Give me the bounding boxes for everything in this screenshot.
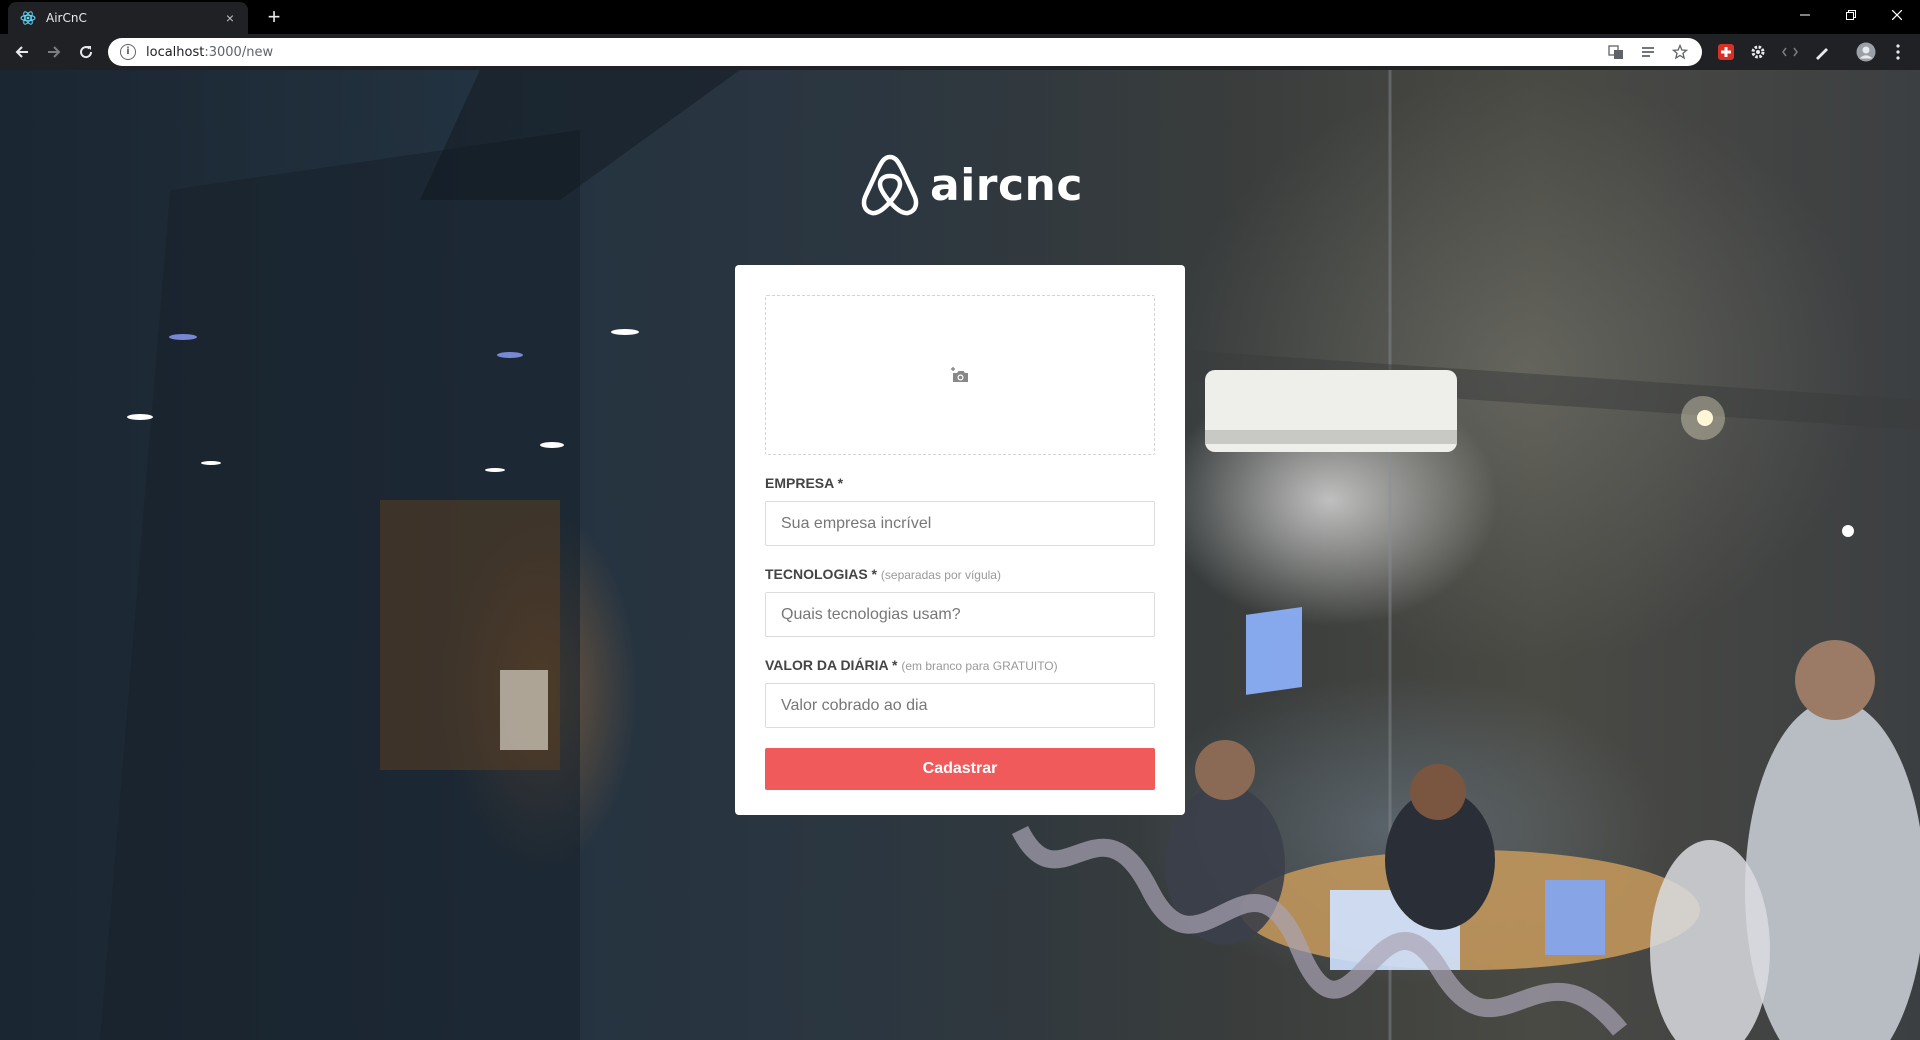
company-input[interactable] — [765, 501, 1155, 546]
page-background: aircnc EMPRESA * TECNOLOGIAS * (separada… — [0, 70, 1920, 1040]
minimize-icon[interactable] — [1782, 0, 1828, 30]
browser-toolbar: i localhost:3000/new — [0, 34, 1920, 70]
logo-text: aircnc — [930, 159, 1083, 211]
submit-button[interactable]: Cadastrar — [765, 748, 1155, 790]
price-label: VALOR DA DIÁRIA * (em branco para GRATUI… — [765, 657, 1155, 673]
techs-label: TECNOLOGIAS * (separadas por vígula) — [765, 566, 1155, 582]
airbnb-belo-icon — [861, 154, 919, 216]
browser-menu-icon[interactable] — [1888, 42, 1908, 62]
close-window-icon[interactable] — [1874, 0, 1920, 30]
reader-mode-icon[interactable] — [1638, 42, 1658, 62]
techs-hint: (separadas por vígula) — [880, 568, 1001, 582]
bookmark-star-icon[interactable] — [1670, 42, 1690, 62]
company-label-text: EMPRESA * — [765, 475, 844, 491]
profile-avatar-icon[interactable] — [1856, 42, 1876, 62]
url-text: localhost:3000/new — [146, 45, 1594, 60]
site-info-icon[interactable]: i — [120, 44, 136, 60]
url-host: localhost — [146, 44, 205, 60]
price-label-text: VALOR DA DIÁRIA * — [765, 657, 898, 673]
extension-pen-icon[interactable] — [1812, 42, 1832, 62]
aircnc-logo: aircnc — [860, 150, 1083, 220]
forward-arrow-icon[interactable] — [42, 40, 66, 64]
camera-add-icon — [951, 367, 968, 382]
extension-red-cross-icon[interactable] — [1716, 42, 1736, 62]
back-arrow-icon[interactable] — [10, 40, 34, 64]
restore-icon[interactable] — [1828, 0, 1874, 30]
new-tab-button[interactable]: + — [260, 4, 288, 32]
techs-input[interactable] — [765, 592, 1155, 637]
reload-icon[interactable] — [74, 40, 98, 64]
new-spot-form: EMPRESA * TECNOLOGIAS * (separadas por v… — [735, 265, 1185, 815]
extension-gear-icon[interactable] — [1748, 42, 1768, 62]
react-favicon-icon — [20, 10, 36, 26]
tab-close-icon[interactable]: × — [222, 10, 238, 26]
thumbnail-upload[interactable] — [765, 295, 1155, 455]
url-path: :3000/new — [204, 44, 274, 60]
browser-tab[interactable]: AirCnC × — [8, 2, 248, 34]
techs-label-text: TECNOLOGIAS * — [765, 566, 878, 582]
tab-title: AirCnC — [46, 11, 87, 25]
price-hint: (em branco para GRATUITO) — [901, 659, 1058, 673]
extension-dev-icon[interactable] — [1780, 42, 1800, 62]
price-input[interactable] — [765, 683, 1155, 728]
company-label: EMPRESA * — [765, 475, 1155, 491]
translate-icon[interactable] — [1606, 42, 1626, 62]
address-bar[interactable]: i localhost:3000/new — [108, 38, 1702, 66]
browser-tab-strip: AirCnC × + — [0, 0, 1920, 34]
